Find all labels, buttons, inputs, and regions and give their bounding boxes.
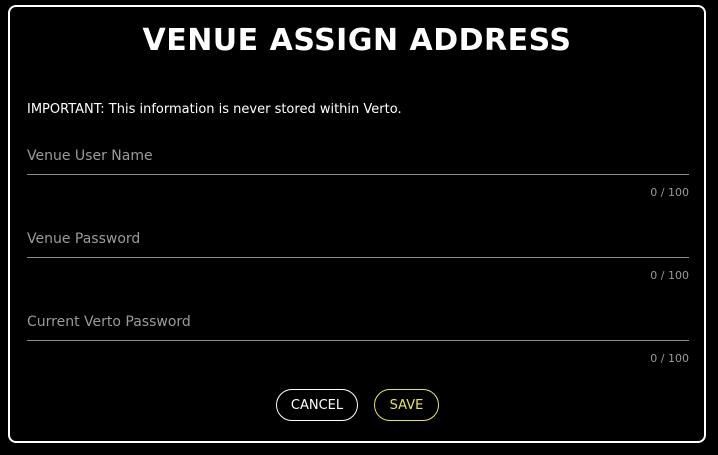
venue-assign-address-dialog: VENUE ASSIGN ADDRESS IMPORTANT: This inf… (8, 5, 706, 443)
dialog-title: VENUE ASSIGN ADDRESS (142, 23, 572, 58)
save-button[interactable]: SAVE (374, 389, 439, 421)
venue-user-name-field: 0 / 100 (27, 145, 689, 199)
verto-password-counter: 0 / 100 (650, 352, 689, 365)
verto-password-field: 0 / 100 (27, 311, 689, 365)
cancel-button[interactable]: CANCEL (276, 389, 358, 421)
venue-password-input[interactable] (27, 228, 689, 258)
privacy-notice: IMPORTANT: This information is never sto… (27, 102, 402, 117)
venue-password-counter: 0 / 100 (650, 269, 689, 282)
venue-user-name-input[interactable] (27, 145, 689, 175)
verto-password-input[interactable] (27, 311, 689, 341)
venue-user-name-counter: 0 / 100 (650, 186, 689, 199)
venue-password-field: 0 / 100 (27, 228, 689, 282)
